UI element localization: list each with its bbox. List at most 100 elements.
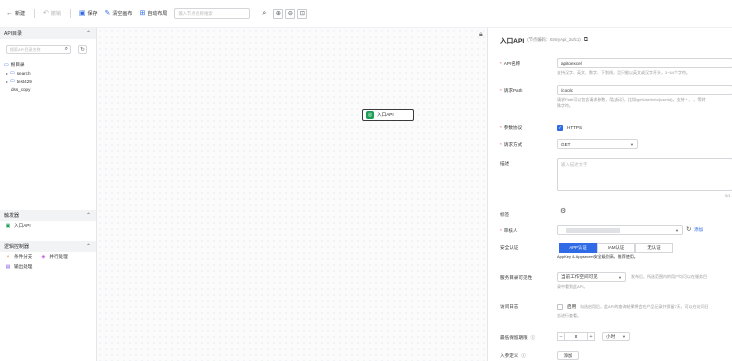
save-label: 保存 (87, 11, 98, 17)
logic-header[interactable]: 逻辑控制器 ⌃ (0, 241, 96, 252)
tree-item-label: dss_copy (11, 86, 31, 92)
https-label: HTTPS (567, 125, 583, 130)
zoom-in-icon: ⊕ (275, 11, 281, 17)
chevron-up-icon[interactable]: ⌃ (86, 212, 91, 219)
clear-canvas-label: 清空画布 (112, 11, 133, 17)
logic-item-row: ⑂ 条件分支 ◈ 并行处理 (0, 252, 96, 262)
tree-item-dss-copy[interactable]: dss_copy (4, 85, 32, 93)
search-icon[interactable]: ⌕ (65, 46, 68, 53)
method-value: GET (561, 141, 571, 147)
clear-canvas-button[interactable]: ✎ 清空画布 (105, 10, 133, 17)
fit-view-icon: ⊡ (299, 11, 305, 17)
api-directory-search-input[interactable]: 搜索API目录名称 ⌕ (6, 45, 71, 54)
zoom-in-button[interactable]: ⊕ (273, 8, 284, 19)
add-reviewer-link[interactable]: 添加 (694, 227, 703, 233)
undo-button[interactable]: ↶ 撤销 (43, 10, 61, 17)
properties-panel: 入口API (节点编码：EntryApi_2ufc1) ⧉ * API名称 api… (487, 28, 732, 361)
visibility-select[interactable]: 当前工作空间可见 ▼ (557, 272, 626, 282)
description-counter: 0/1 (725, 193, 731, 198)
logic-item-label: 输出处理 (14, 264, 33, 269)
layout-icon: ⊞ (139, 10, 146, 17)
refresh-icon[interactable]: ↻ (686, 225, 691, 233)
auto-layout-button[interactable]: ⊞ 自动布局 (139, 10, 167, 17)
https-checkbox[interactable]: ✓ (557, 125, 563, 131)
zoom-out-button[interactable]: ⊖ (285, 8, 296, 19)
api-name-input[interactable]: apitoexcel (557, 58, 732, 68)
auth-option-iam[interactable]: IAM认证 (597, 243, 635, 253)
retention-label: 最低保留期限 ⓘ (500, 335, 536, 340)
method-select[interactable]: GET ▼ (557, 139, 638, 149)
access-log-hint-1: 勾选启用后，此API的查询结果将会在产品记录并保留7天，可以在访问日 (580, 304, 709, 309)
api-directory-search-placeholder: 搜索API目录名称 (10, 46, 41, 52)
refresh-button[interactable]: ↻ (78, 45, 87, 54)
path-label: * 请求Path (500, 88, 523, 93)
method-label: * 请求方式 (500, 142, 523, 147)
undo-label: 撤销 (50, 11, 61, 17)
path-hint-line-1: 请求Path可以包含请求参数，用{}标识，比如/getUserInfo/{use… (557, 97, 706, 102)
trigger-item-label: 入口API (14, 223, 31, 228)
logic-item-branch[interactable]: ⑂ 条件分支 (5, 254, 32, 260)
retention-value[interactable]: 8 (565, 332, 587, 341)
trigger-title: 触发器 (4, 213, 20, 219)
caret-down-icon: ▼ (675, 227, 679, 233)
api-directory-header[interactable]: API目录 ⌃ (0, 28, 96, 39)
reviewer-select[interactable]: ▼ (557, 225, 683, 235)
decrement-button[interactable]: − (557, 332, 565, 341)
add-param-button[interactable]: 添加 (557, 351, 579, 360)
tree-item-search[interactable]: ▸ ▭ search (4, 69, 32, 77)
copy-icon[interactable]: ⧉ (584, 37, 588, 44)
logic-section: 逻辑控制器 ⌃ ⑂ 条件分支 ◈ 并行处理 ▤ 输出处理 (0, 241, 96, 272)
access-log-label: 访问日志 (500, 304, 519, 309)
node-search-input[interactable]: 输入节点名称搜索 (174, 8, 251, 19)
tree-item-label: search (16, 70, 31, 76)
api-name-value: apitoexcel (561, 60, 582, 66)
entry-api-node[interactable]: ◎ 入口API (362, 109, 414, 121)
chevron-up-icon[interactable]: ⌃ (86, 30, 91, 37)
auth-option-app[interactable]: APP认证 (559, 243, 597, 253)
fit-view-button[interactable]: ⊡ (297, 8, 308, 19)
logic-item-label: 条件分支 (14, 254, 33, 259)
description-label: 描述 (500, 161, 510, 166)
logic-title: 逻辑控制器 (4, 244, 30, 250)
trigger-header[interactable]: 触发器 ⌃ (0, 210, 96, 221)
access-log-checkbox[interactable] (557, 304, 563, 310)
folder-icon: ▭ (10, 70, 15, 76)
trigger-section: 触发器 ⌃ ▣ 入口API (0, 210, 96, 231)
path-hint-line-2: 殊字符。 (557, 103, 573, 108)
retention-unit-value: 小时 (606, 333, 616, 339)
logic-item-parallel[interactable]: ◈ 并行处理 (40, 254, 67, 260)
gear-icon[interactable]: ⚙ (560, 207, 566, 215)
path-input[interactable]: /coolc (557, 85, 732, 95)
help-icon[interactable]: ⓘ (531, 335, 536, 340)
increment-button[interactable]: + (587, 332, 595, 341)
node-label: 入口API (377, 112, 394, 117)
api-name-label: * API名称 (500, 61, 521, 66)
auth-option-none[interactable]: 无认证 (635, 243, 673, 253)
tree-item-test429[interactable]: ▸ ▭ test429 (4, 77, 32, 85)
auth-segmented: APP认证 IAM认证 无认证 (559, 243, 673, 253)
retention-stepper[interactable]: − 8 + (557, 332, 595, 341)
description-textarea[interactable]: 输入描述文字 (557, 158, 732, 191)
auto-layout-label: 自动布局 (147, 11, 168, 17)
path-value: /coolc (561, 87, 574, 93)
help-icon[interactable]: ⓘ (521, 353, 526, 358)
flow-canvas[interactable]: ◎ 入口API 🔒︎ (97, 28, 487, 361)
tree-item-root[interactable]: ▭ 根目录 (4, 61, 32, 69)
trigger-item-entry-api[interactable]: ▣ 入口API (0, 221, 96, 231)
api-icon: ◎ (366, 111, 374, 119)
new-button[interactable]: ← 新建 (6, 10, 25, 17)
retention-unit-select[interactable]: 小时 ▼ (602, 332, 630, 341)
logic-item-output[interactable]: ▤ 输出处理 (0, 262, 96, 272)
logic-item-label: 并行处理 (49, 254, 68, 259)
save-button[interactable]: ▣ 保存 (79, 10, 98, 17)
node-search-placeholder: 输入节点名称搜索 (178, 10, 213, 16)
chevron-up-icon[interactable]: ⌃ (86, 243, 91, 250)
output-icon: ▤ (5, 264, 11, 270)
visibility-hint-side: 发布后，所选范围内的用户均可以在服务目 (631, 274, 707, 279)
folder-icon: ▭ (10, 78, 15, 84)
brush-icon: ✎ (104, 10, 111, 17)
search-icon[interactable]: ⌕ (259, 9, 269, 19)
node-code: (节点编码：EntryApi_2ufc1) (527, 37, 581, 42)
lock-icon[interactable]: 🔒︎ (479, 31, 483, 39)
toolbar: ← 新建 ↶ 撤销 ▣ 保存 ✎ 清空画布 ⊞ 自动布局 输入节点名称搜索 ⌕ … (0, 0, 732, 28)
